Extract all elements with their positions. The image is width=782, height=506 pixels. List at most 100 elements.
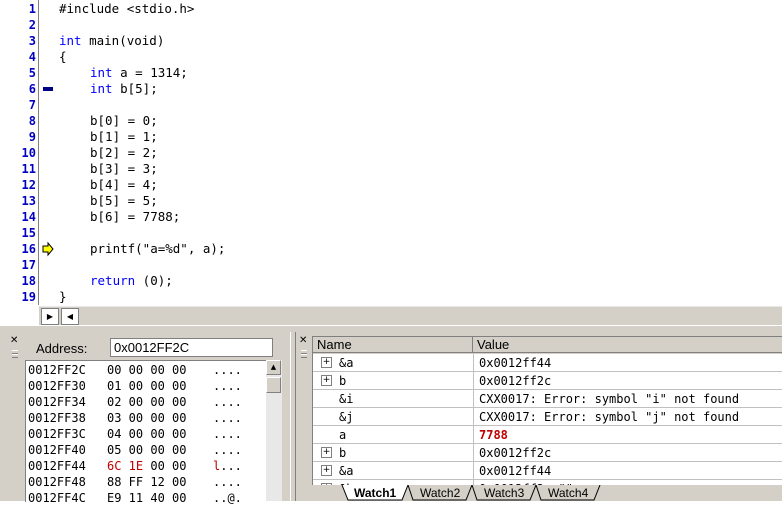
code-line[interactable]: }	[59, 289, 67, 305]
scroll-up-icon[interactable]: ▲	[266, 360, 281, 375]
keyword: return	[90, 273, 136, 288]
address-input[interactable]: 0x0012FF2C	[110, 338, 273, 357]
grip-icon[interactable]	[12, 354, 18, 358]
keyword: int	[90, 65, 113, 80]
code-text: b[5];	[112, 81, 158, 96]
keyword: int	[59, 33, 82, 48]
line-number: 10	[21, 146, 36, 160]
line-number: 16	[21, 242, 36, 256]
code-line[interactable]: #include <stdio.h>	[59, 1, 194, 17]
watch-value[interactable]: 0x0012ff44	[479, 355, 551, 371]
code-line[interactable]: int a = 1314;	[90, 65, 188, 81]
unchanged-bytes: 00 00	[143, 459, 187, 473]
memory-address: 0012FF34	[28, 395, 86, 409]
watch-name[interactable]: b	[339, 445, 346, 461]
code-line[interactable]: b[2] = 2;	[90, 145, 158, 161]
watch-value[interactable]: CXX0017: Error: symbol "i" not found	[479, 391, 739, 407]
watch-name[interactable]: &a	[339, 463, 353, 479]
scrollbar-thumb[interactable]	[266, 377, 281, 393]
code-text: b[2] = 2;	[90, 145, 158, 160]
memory-vertical-scrollbar[interactable]: ▲	[266, 360, 282, 501]
code-line[interactable]: b[3] = 3;	[90, 161, 158, 177]
memory-ascii: l...	[213, 458, 242, 474]
memory-ascii: ....	[213, 475, 242, 489]
column-header-name[interactable]: Name	[313, 337, 473, 353]
expand-icon[interactable]: +	[321, 375, 332, 386]
code-line[interactable]: b[5] = 5;	[90, 193, 158, 209]
memory-ascii: ....	[213, 363, 242, 377]
changed-bytes: 6C 1E	[107, 459, 144, 473]
close-icon[interactable]: ✕	[10, 336, 20, 346]
code-line[interactable]: int b[5];	[90, 81, 158, 97]
close-icon[interactable]: ✕	[299, 336, 309, 346]
watch-value[interactable]: 0x0012ff2c	[479, 373, 551, 389]
watch-name[interactable]: &a	[339, 355, 353, 371]
code-line[interactable]: int main(void)	[59, 33, 164, 49]
grip-icon[interactable]	[301, 354, 307, 358]
watch-row[interactable]: + b 0x0012ff2c	[313, 444, 782, 462]
watch-grid[interactable]: Name Value + &a 0x0012ff44 + b 0x0012ff2c &i CX…	[312, 336, 782, 498]
memory-bytes: 01 00 00 00	[107, 379, 187, 393]
callstack-marker-icon	[42, 81, 54, 97]
expand-icon[interactable]: +	[321, 447, 332, 458]
memory-address: 0012FF44	[28, 459, 86, 473]
code-editor[interactable]: 1 2 3 4 5 6 7 8 9 10 11 12 13 14 15 16 17 18 19 #include <…	[0, 0, 782, 327]
code-text: printf("a=%d", a);	[90, 241, 226, 256]
code-line[interactable]: {	[59, 49, 67, 65]
scroll-right-icon[interactable]: ▶	[41, 308, 59, 325]
code-line[interactable]: b[4] = 4;	[90, 177, 158, 193]
memory-bytes: 05 00 00 00	[107, 443, 187, 457]
line-number: 15	[21, 226, 36, 240]
editor-horizontal-scrollbar[interactable]: ▶ ◀	[39, 306, 782, 325]
watch-value[interactable]: 7788	[479, 427, 508, 443]
memory-bytes: 88 FF 12 00	[107, 475, 187, 489]
tab-watch3[interactable]: Watch3	[484, 485, 524, 501]
tab-watch4[interactable]: Watch4	[548, 485, 588, 501]
watch-row[interactable]: + b 0x0012ff2c	[313, 372, 782, 390]
code-line[interactable]: b[6] = 7788;	[90, 209, 180, 225]
watch-row[interactable]: + &a 0x0012ff44	[313, 354, 782, 372]
watch-row[interactable]: &j CXX0017: Error: symbol "j" not found	[313, 408, 782, 426]
memory-address: 0012FF4C	[28, 491, 86, 505]
unchanged-ascii: ...	[220, 459, 242, 473]
expand-icon[interactable]: +	[321, 357, 332, 368]
memory-ascii: ....	[213, 443, 242, 457]
watch-row[interactable]: a 7788	[313, 426, 782, 444]
code-line[interactable]: b[1] = 1;	[90, 129, 158, 145]
expand-icon[interactable]: +	[321, 465, 332, 476]
tab-watch1[interactable]: Watch1	[354, 485, 396, 501]
code-text: }	[59, 289, 67, 304]
code-line[interactable]: return (0);	[90, 273, 173, 289]
code-text: main(void)	[81, 33, 165, 48]
memory-address: 0012FF30	[28, 379, 86, 393]
memory-ascii: ....	[213, 411, 242, 425]
watch-value[interactable]: 0x0012ff2c	[479, 445, 551, 461]
memory-address: 0012FF3C	[28, 427, 86, 441]
line-number: 18	[21, 274, 36, 288]
watch-name[interactable]: a	[339, 427, 346, 443]
watch-name[interactable]: &i	[339, 391, 353, 407]
line-number: 19	[21, 290, 36, 304]
watch-name[interactable]: b	[339, 373, 346, 389]
memory-view[interactable]: 0012FF2C 00 00 00 00.... 0012FF30 01 00 00 …	[25, 360, 266, 505]
code-text: b[3] = 3;	[90, 161, 158, 176]
code-line[interactable]: printf("a=%d", a);	[90, 241, 225, 257]
column-header-value[interactable]: Value	[473, 337, 782, 353]
watch-row[interactable]: &i CXX0017: Error: symbol "i" not found	[313, 390, 782, 408]
code-line[interactable]: b[0] = 0;	[90, 113, 158, 129]
watch-value[interactable]: 0x0012ff44	[479, 463, 551, 479]
code-text: b[0] = 0;	[90, 113, 158, 128]
keyword: int	[90, 81, 113, 96]
line-number: 5	[28, 66, 36, 80]
memory-address: 0012FF40	[28, 443, 86, 457]
scroll-left-icon[interactable]: ◀	[61, 308, 79, 325]
line-number: 12	[21, 178, 36, 192]
memory-bytes: E9 11 40 00	[107, 491, 187, 505]
memory-ascii: ....	[213, 427, 242, 441]
tab-watch2[interactable]: Watch2	[420, 485, 460, 501]
watch-value[interactable]: CXX0017: Error: symbol "j" not found	[479, 409, 739, 425]
watch-tab-strip: Watch1 Watch2 Watch3 Watch4	[296, 485, 782, 501]
watch-row[interactable]: + &a 0x0012ff44	[313, 462, 782, 480]
code-text: a = 1314;	[112, 65, 188, 80]
watch-name[interactable]: &j	[339, 409, 353, 425]
